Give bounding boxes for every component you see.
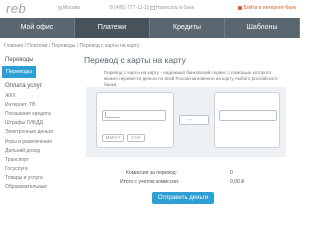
sidebar-item[interactable]: Дальний доход bbox=[2, 146, 80, 155]
sidebar: Переводы Переводы Оплата услуг ЖКХ Интер… bbox=[2, 55, 80, 210]
location-pin-icon bbox=[58, 6, 62, 10]
total-value: 0,00 ₽ bbox=[230, 179, 245, 185]
sidebar-item[interactable]: Игры и развлечения bbox=[2, 137, 80, 146]
sidebar-item[interactable]: Штрафы ГИБДД bbox=[2, 119, 80, 128]
total-label: Итого с учетом комиссии: bbox=[120, 179, 180, 185]
sidebar-item[interactable]: Товары и услуги bbox=[2, 174, 80, 183]
nav-my-office[interactable]: Мой офис bbox=[0, 18, 75, 38]
internet-bank-label: Войти в интернет-банк bbox=[243, 5, 296, 11]
sidebar-item[interactable]: Погашение кредита bbox=[2, 109, 80, 118]
sidebar-item[interactable]: Интернет, ТВ bbox=[2, 100, 80, 109]
expiry-input[interactable]: MM/YY bbox=[102, 134, 124, 142]
commission-label: Комиссия за перевод: bbox=[126, 170, 177, 176]
cvv-input[interactable]: CVV bbox=[127, 134, 145, 142]
phone-number: 8 (495) 777-11-11 bbox=[110, 5, 150, 11]
sidebar-section-payments[interactable]: Оплата услуг bbox=[2, 81, 80, 91]
sender-card-number-input[interactable]: |____ bbox=[102, 110, 166, 121]
city-selector[interactable]: Москва bbox=[58, 5, 80, 11]
sidebar-item[interactable]: Госуслуги bbox=[2, 165, 80, 174]
recipient-card-number-input[interactable] bbox=[219, 110, 277, 121]
internet-bank-link[interactable]: Войти в интернет-банк bbox=[238, 5, 296, 11]
sidebar-item[interactable]: ЖКХ bbox=[2, 91, 80, 100]
contact-bank-link[interactable]: Написать в банк bbox=[150, 5, 194, 11]
arrow-right-icon: → bbox=[186, 116, 193, 123]
sidebar-section-transfers[interactable]: Переводы bbox=[2, 55, 80, 65]
sidebar-item[interactable]: Транспорт bbox=[2, 155, 80, 164]
sidebar-item[interactable]: Образовательные bbox=[2, 183, 80, 192]
card-transfer-form: |____ MM/YY CVV → bbox=[86, 87, 286, 157]
send-money-button[interactable]: Отправить деньги bbox=[152, 192, 214, 204]
nav-payments[interactable]: Платежи bbox=[75, 18, 150, 38]
page-description: Перевод с карты на карту - надежный банк… bbox=[104, 70, 278, 87]
mail-icon bbox=[150, 6, 155, 10]
breadcrumb[interactable]: Главная / Платежи / Переводы / Перевод с… bbox=[4, 43, 139, 49]
top-bar: reb Москва 8 (495) 777-11-11 Написать в … bbox=[0, 0, 300, 18]
lock-icon bbox=[238, 6, 243, 10]
bank-logo[interactable]: reb bbox=[6, 1, 26, 16]
main-nav: Мой офис Платежи Кредиты Шаблоны bbox=[0, 18, 300, 38]
recipient-card bbox=[214, 92, 280, 148]
sender-card: |____ MM/YY CVV bbox=[96, 92, 174, 148]
commission-value: 0 bbox=[230, 170, 233, 176]
sidebar-item[interactable]: Электронные деньги bbox=[2, 128, 80, 137]
city-label: Москва bbox=[63, 5, 81, 11]
contact-label: Написать в банк bbox=[156, 5, 194, 11]
page-title: Перевод с карты на карту bbox=[84, 55, 186, 65]
sidebar-item-transfers[interactable]: Переводы bbox=[2, 66, 36, 78]
main-content: Перевод с карты на карту Перевод с карты… bbox=[80, 55, 298, 210]
direction-indicator bbox=[179, 115, 209, 125]
nav-templates[interactable]: Шаблоны bbox=[225, 18, 300, 38]
nav-credits[interactable]: Кредиты bbox=[150, 18, 225, 38]
